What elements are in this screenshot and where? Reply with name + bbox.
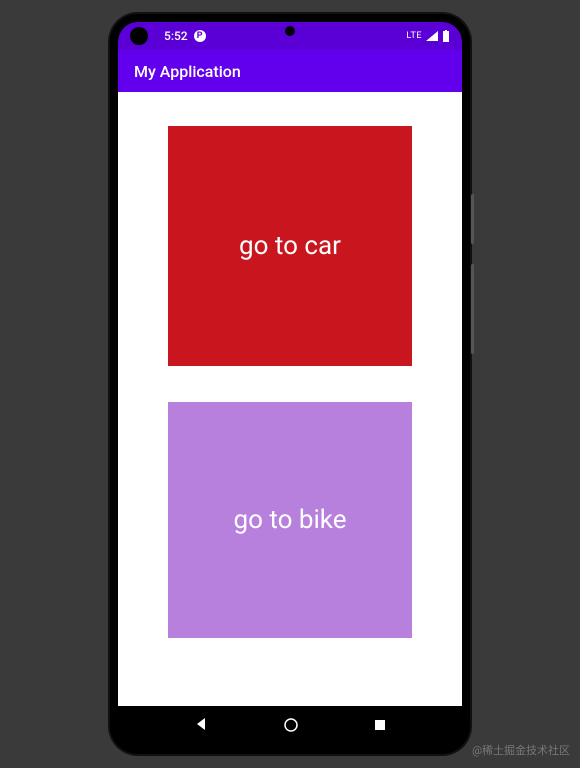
status-bar: 5:52 P LTE [118,22,462,50]
camera-cutout-left [130,27,148,45]
app-bar: My Application [118,50,462,92]
app-title: My Application [134,62,241,81]
back-icon[interactable] [193,716,209,736]
camera-cutout-center [285,26,295,36]
status-right: LTE [406,30,450,42]
home-icon[interactable] [284,717,298,736]
clock: 5:52 [164,29,188,43]
content-area: go to car go to bike [118,92,462,706]
phone-frame: 5:52 P LTE My Application go to car go t [110,14,470,754]
notification-icon: P [194,30,206,42]
navigation-bar [118,706,462,746]
go-to-bike-button[interactable]: go to bike [168,402,412,638]
screen: 5:52 P LTE My Application go to car go t [118,22,462,746]
signal-icon [426,31,438,41]
recents-icon[interactable] [373,717,387,736]
go-to-car-button[interactable]: go to car [168,126,412,366]
battery-icon [442,30,450,42]
tile-label: go to car [239,231,341,261]
tile-label: go to bike [233,505,346,535]
volume-button[interactable] [471,264,474,354]
power-button[interactable] [471,194,474,244]
watermark: @稀土掘金技术社区 [472,742,570,758]
network-label: LTE [406,31,422,41]
